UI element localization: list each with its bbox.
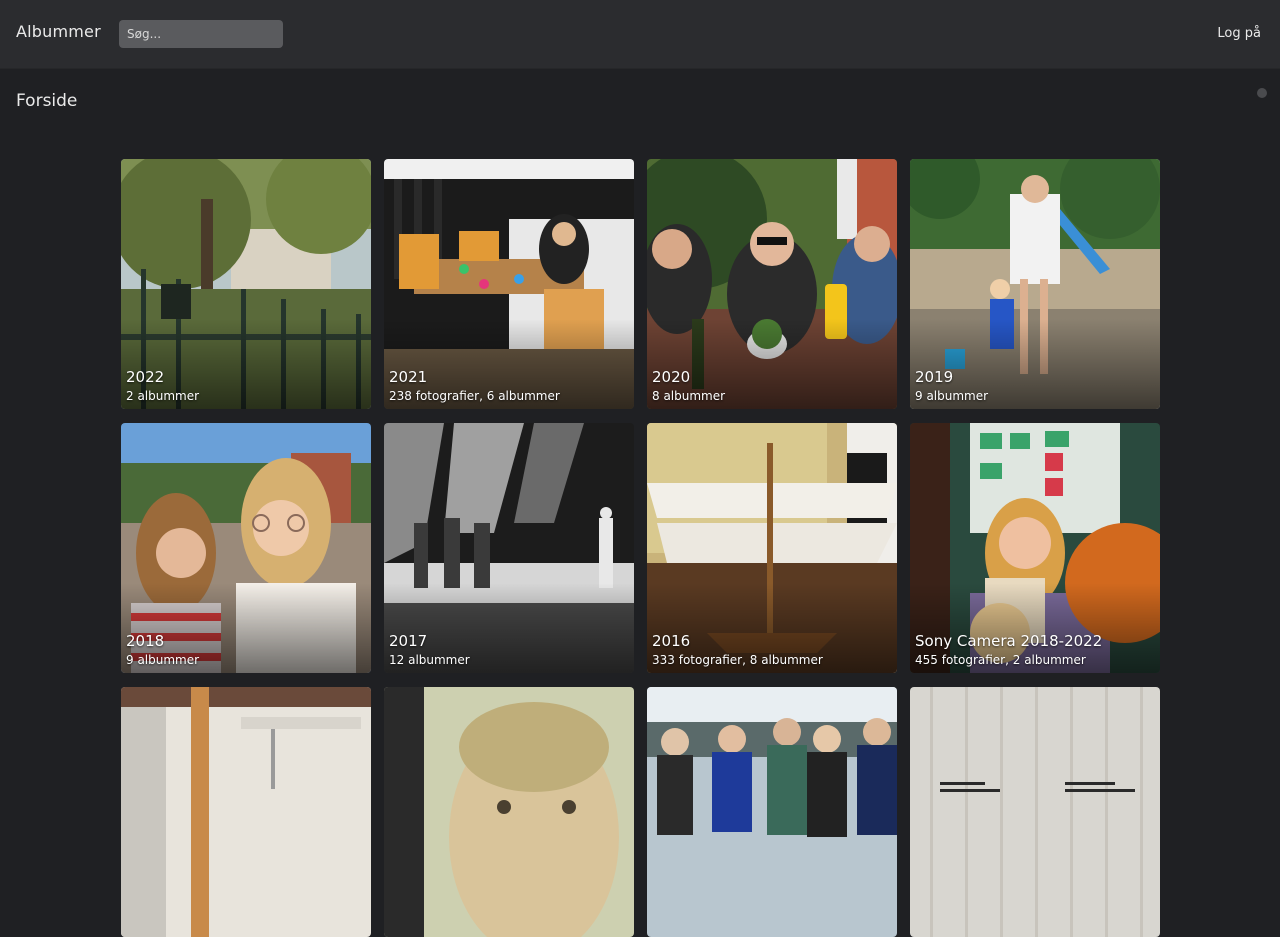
album-meta: 9 albummer bbox=[126, 653, 200, 667]
baby-face-icon bbox=[384, 687, 634, 937]
brand-link[interactable]: Albummer bbox=[16, 22, 101, 41]
album-meta: 12 albummer bbox=[389, 653, 470, 667]
album-tile[interactable]: Sony Camera 2018-2022 455 fotografier, 2… bbox=[910, 423, 1160, 673]
album-tile[interactable]: 2021 238 fotografier, 6 albummer bbox=[384, 159, 634, 409]
album-tile[interactable]: 2019 9 albummer bbox=[910, 159, 1160, 409]
album-title: 2019 bbox=[915, 368, 954, 386]
album-tile[interactable] bbox=[121, 687, 371, 937]
album-title: 2021 bbox=[389, 368, 428, 386]
album-title: 2018 bbox=[126, 632, 165, 650]
album-tile[interactable] bbox=[647, 687, 897, 937]
login-link[interactable]: Log på bbox=[1217, 26, 1261, 41]
status-dot bbox=[1257, 88, 1267, 98]
page-title: Forside bbox=[16, 91, 78, 111]
album-tile[interactable]: 2017 12 albummer bbox=[384, 423, 634, 673]
album-tile[interactable]: 2018 9 albummer bbox=[121, 423, 371, 673]
group-photo-icon bbox=[647, 687, 897, 937]
album-meta: 333 fotografier, 8 albummer bbox=[652, 653, 823, 667]
search-input[interactable] bbox=[119, 20, 283, 48]
album-tile[interactable] bbox=[910, 687, 1160, 937]
album-meta: 9 albummer bbox=[915, 389, 989, 403]
album-title: 2022 bbox=[126, 368, 165, 386]
wood-wall-sign-icon bbox=[910, 687, 1160, 937]
interior-room-icon bbox=[121, 687, 371, 937]
album-title: Sony Camera 2018-2022 bbox=[915, 632, 1103, 650]
album-tile[interactable]: 2016 333 fotografier, 8 albummer bbox=[647, 423, 897, 673]
album-meta: 8 albummer bbox=[652, 389, 726, 403]
album-meta: 2 albummer bbox=[126, 389, 200, 403]
album-tile[interactable]: 2022 2 albummer bbox=[121, 159, 371, 409]
album-title: 2020 bbox=[652, 368, 691, 386]
album-grid: 2022 2 albummer 2021 238 fotografier, 6 … bbox=[121, 159, 1160, 937]
album-meta: 238 fotografier, 6 albummer bbox=[389, 389, 560, 403]
album-title: 2017 bbox=[389, 632, 428, 650]
top-bar: Albummer Log på bbox=[0, 0, 1280, 68]
album-title: 2016 bbox=[652, 632, 691, 650]
album-meta: 455 fotografier, 2 albummer bbox=[915, 653, 1086, 667]
album-tile[interactable] bbox=[384, 687, 634, 937]
album-tile[interactable]: 2020 8 albummer bbox=[647, 159, 897, 409]
